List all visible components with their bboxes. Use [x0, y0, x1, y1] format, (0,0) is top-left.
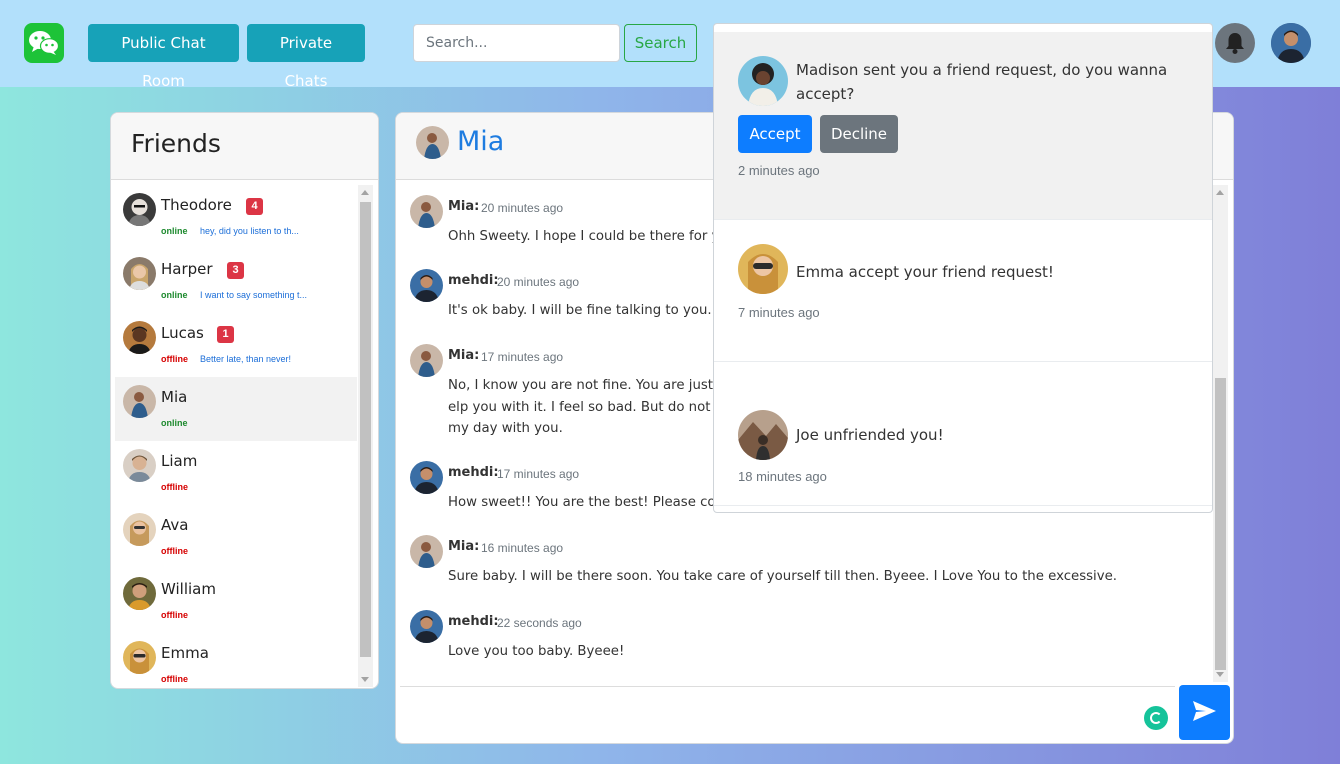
message-time: 16 minutes ago — [481, 541, 564, 555]
message-author: Mia: — [448, 348, 480, 363]
decline-button[interactable]: Decline — [820, 115, 898, 153]
message-preview: I want to say something t... — [200, 290, 308, 300]
notification-text: Emma accept your friend request! — [796, 263, 1054, 281]
friend-name: Emma — [161, 644, 209, 662]
status-label: offline — [161, 354, 188, 364]
message-time: 17 minutes ago — [481, 350, 564, 364]
friend-item-william[interactable]: William offline — [115, 569, 357, 633]
notification-item-accepted[interactable]: Emma accept your friend request! 7 minut… — [714, 220, 1212, 362]
message-author: mehdi: — [448, 273, 499, 288]
friends-header: Friends — [111, 113, 378, 180]
friend-item-liam[interactable]: Liam offline — [115, 441, 357, 505]
avatar — [410, 344, 443, 377]
notification-time: 7 minutes ago — [738, 305, 820, 320]
friend-name: Ava — [161, 516, 189, 534]
notifications-bell-button[interactable] — [1215, 23, 1255, 63]
status-label: online — [161, 226, 188, 236]
avatar — [410, 610, 443, 643]
user-avatar[interactable] — [1271, 23, 1311, 63]
notifications-dropdown: Madison sent you a friend request, do yo… — [713, 23, 1213, 513]
scroll-up-arrow-icon[interactable] — [361, 190, 369, 195]
avatar — [738, 410, 788, 460]
message-author: mehdi: — [448, 614, 499, 629]
message-time: 20 minutes ago — [497, 275, 580, 289]
avatar — [123, 257, 156, 290]
friend-item-lucas[interactable]: Lucas 1 offline Better late, than never! — [115, 313, 357, 377]
message-time: 17 minutes ago — [497, 467, 580, 481]
avatar — [123, 641, 156, 674]
message-input[interactable] — [400, 686, 1175, 740]
avatar — [123, 513, 156, 546]
friend-name: Harper — [161, 260, 213, 278]
friend-item-mia[interactable]: Mia online — [115, 377, 357, 441]
send-icon — [1193, 701, 1216, 721]
scrollbar-thumb[interactable] — [360, 202, 371, 657]
friend-name: Liam — [161, 452, 198, 470]
unread-badge: 4 — [246, 198, 263, 215]
search-button[interactable]: Search — [624, 24, 697, 62]
avatar — [123, 577, 156, 610]
friend-name: William — [161, 580, 216, 598]
private-chats-button[interactable]: Private Chats — [247, 24, 365, 90]
scrollbar-thumb[interactable] — [1215, 378, 1226, 670]
friends-panel: Friends Theodore 4 online hey, did you l… — [110, 112, 379, 689]
avatar — [738, 56, 788, 106]
friends-scrollbar[interactable] — [358, 185, 373, 687]
friend-item-harper[interactable]: Harper 3 online I want to say something … — [115, 249, 357, 313]
notification-item-unfriended[interactable]: Joe unfriended you! 18 minutes ago — [714, 362, 1212, 506]
status-label: online — [161, 290, 188, 300]
avatar — [410, 195, 443, 228]
chat-scrollbar[interactable] — [1213, 185, 1228, 682]
status-label: offline — [161, 482, 188, 492]
friends-title: Friends — [131, 129, 221, 158]
avatar — [123, 449, 156, 482]
message-preview: Better late, than never! — [200, 354, 292, 364]
notification-item-friend-request[interactable]: Madison sent you a friend request, do yo… — [714, 32, 1212, 220]
friends-list: Theodore 4 online hey, did you listen to… — [115, 185, 357, 688]
notification-text: Madison sent you a friend request, do yo… — [796, 61, 1168, 103]
friend-item-theodore[interactable]: Theodore 4 online hey, did you listen to… — [115, 185, 357, 249]
friend-name: Lucas — [161, 324, 204, 342]
avatar — [410, 269, 443, 302]
bell-icon — [1226, 33, 1244, 54]
message-author: mehdi: — [448, 465, 499, 480]
avatar — [738, 244, 788, 294]
status-label: offline — [161, 610, 188, 620]
accept-button[interactable]: Accept — [738, 115, 812, 153]
search-input[interactable] — [413, 24, 620, 62]
notification-time: 2 minutes ago — [738, 163, 820, 178]
chat-title: Mia — [457, 126, 505, 157]
grammarly-icon[interactable] — [1144, 706, 1168, 730]
wechat-logo-icon[interactable] — [24, 23, 64, 63]
scroll-down-arrow-icon[interactable] — [1216, 672, 1224, 677]
message-preview: hey, did you listen to th... — [200, 226, 299, 236]
friend-name: Mia — [161, 388, 188, 406]
notification-text: Joe unfriended you! — [796, 426, 944, 444]
status-label: online — [161, 418, 188, 428]
friend-item-ava[interactable]: Ava offline — [115, 505, 357, 569]
public-chat-room-button[interactable]: Public Chat Room — [88, 24, 239, 90]
avatar — [410, 535, 443, 568]
message-time: 20 minutes ago — [481, 201, 564, 215]
friend-item-emma[interactable]: Emma offline — [115, 633, 357, 688]
avatar — [123, 385, 156, 418]
message-time: 22 seconds ago — [497, 616, 582, 630]
send-button[interactable] — [1179, 685, 1230, 740]
notification-time: 18 minutes ago — [738, 469, 827, 484]
message-text: Sure baby. I will be there soon. You tak… — [448, 569, 1118, 584]
avatar — [410, 461, 443, 494]
message-text: Love you too baby. Byeee! — [448, 644, 625, 659]
friend-name: Theodore — [161, 196, 232, 214]
avatar — [123, 193, 156, 226]
scroll-down-arrow-icon[interactable] — [361, 677, 369, 682]
status-label: offline — [161, 674, 188, 684]
message-author: Mia: — [448, 539, 480, 554]
avatar — [123, 321, 156, 354]
message-author: Mia: — [448, 199, 480, 214]
unread-badge: 3 — [227, 262, 244, 279]
chat-partner-avatar — [416, 126, 449, 159]
scroll-up-arrow-icon[interactable] — [1216, 190, 1224, 195]
unread-badge: 1 — [217, 326, 234, 343]
status-label: offline — [161, 546, 188, 556]
